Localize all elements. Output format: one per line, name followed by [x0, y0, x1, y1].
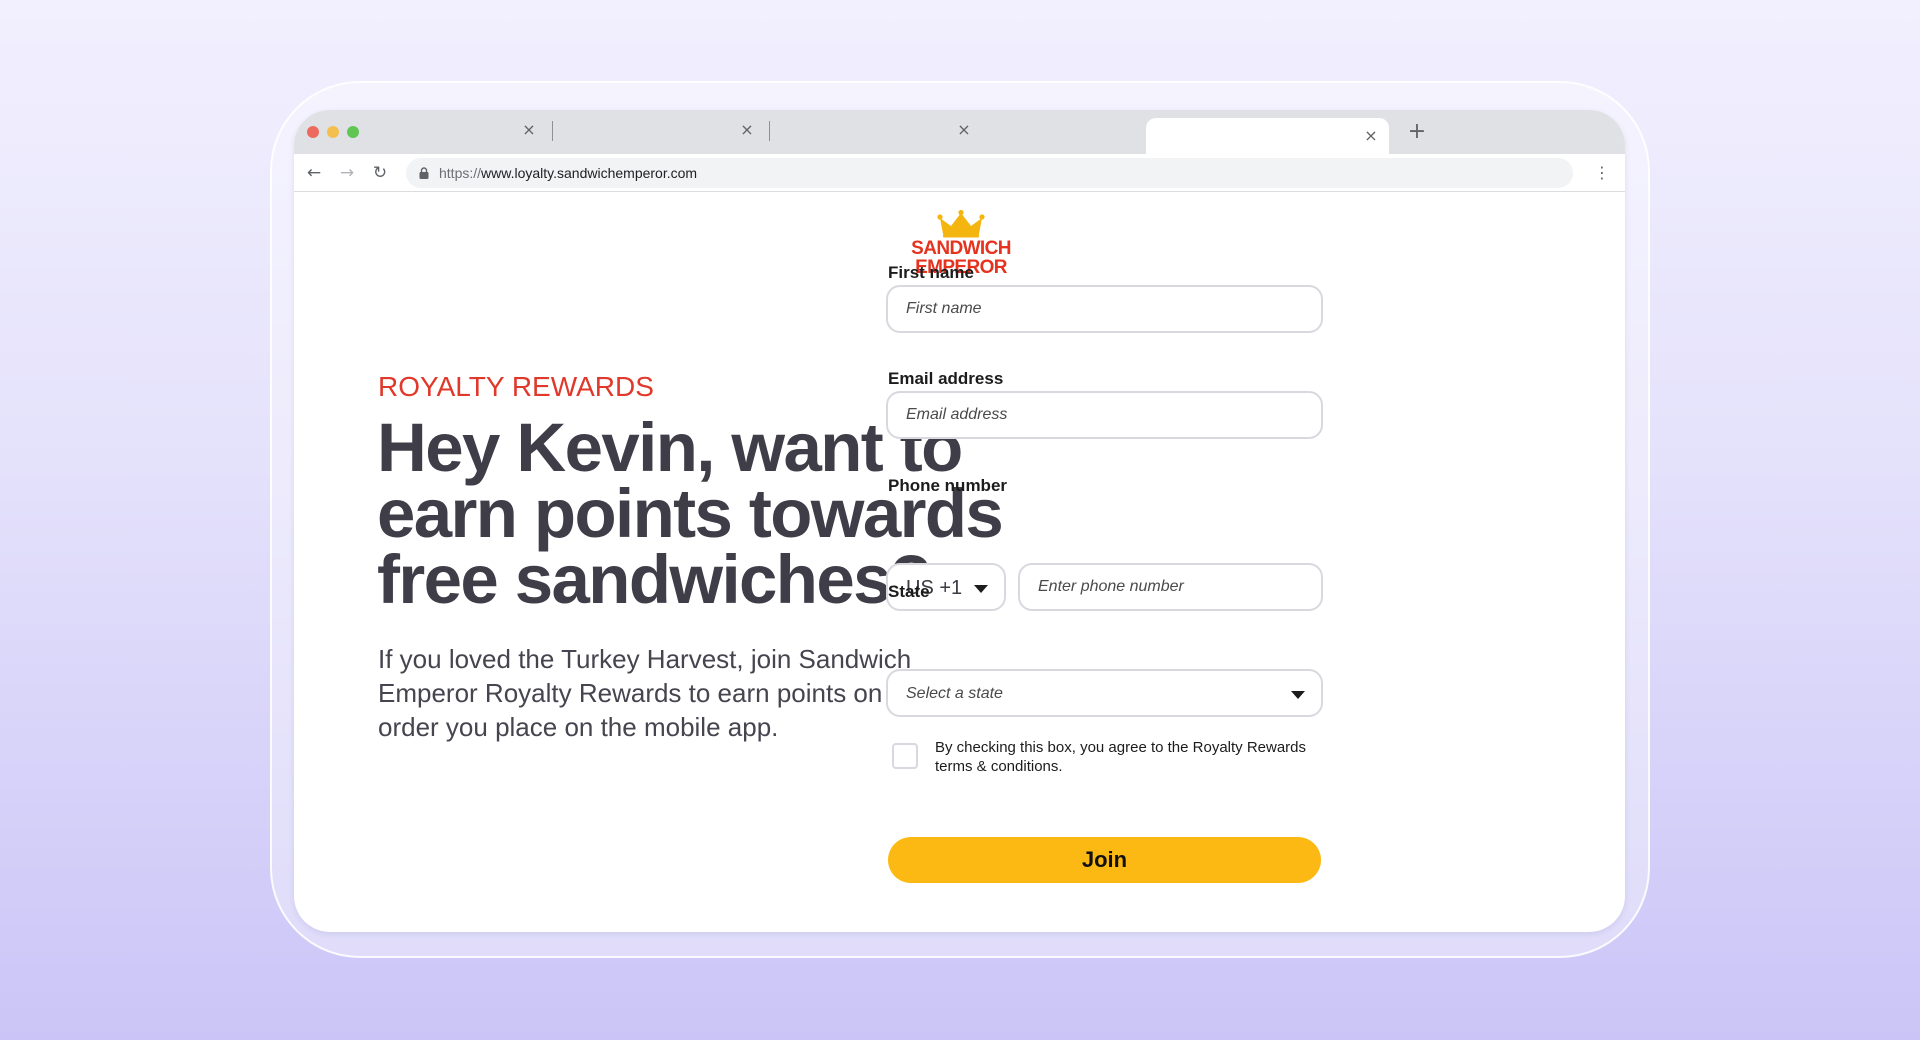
forward-arrow-icon[interactable]: →: [336, 162, 358, 184]
minimize-window-button[interactable]: [327, 126, 339, 138]
maximize-window-button[interactable]: [347, 126, 359, 138]
state-label: State: [888, 582, 930, 601]
email-address-label: Email address: [888, 369, 1004, 388]
first-name-label: First name: [888, 263, 974, 282]
tab-1-close-icon[interactable]: ×: [519, 120, 539, 140]
tab-separator: [552, 121, 553, 141]
chevron-down-icon: [1291, 691, 1305, 699]
intro-paragraph: If you loved the Turkey Harvest, join Sa…: [378, 644, 954, 742]
logo-line-1: SANDWICH: [911, 238, 1011, 259]
reload-icon[interactable]: ↻: [369, 162, 391, 184]
phone-number-input[interactable]: [1018, 563, 1323, 611]
terms-checkbox[interactable]: [892, 743, 918, 769]
program-eyebrow: ROYALTY REWARDS: [378, 371, 654, 402]
chevron-down-icon: [974, 585, 988, 593]
phone-number-label: Phone number: [888, 476, 1008, 495]
url-host: www.loyalty.sandwichemperor.com: [481, 165, 698, 181]
new-tab-plus-icon[interactable]: +: [1405, 120, 1429, 144]
join-button[interactable]: Join: [888, 837, 1321, 883]
tab-separator: [769, 121, 770, 141]
tab-strip: × × × × +: [294, 110, 1625, 154]
lock-icon: [419, 167, 429, 179]
address-bar[interactable]: https://www.loyalty.sandwichemperor.com: [406, 158, 1573, 188]
state-select[interactable]: Select a state: [886, 669, 1323, 717]
tab-2-close-icon[interactable]: ×: [737, 120, 757, 140]
back-arrow-icon[interactable]: ←: [303, 162, 325, 184]
email-address-input[interactable]: [886, 391, 1323, 439]
first-name-input[interactable]: [886, 285, 1323, 333]
url-scheme: https://: [439, 165, 482, 181]
tab-active-close-icon[interactable]: ×: [1361, 126, 1381, 146]
tab-active[interactable]: ×: [1146, 118, 1389, 154]
url-text[interactable]: https://www.loyalty.sandwichemperor.com: [439, 165, 697, 181]
crown-icon: [937, 209, 985, 238]
terms-consent-text: By checking this box, you agree to the R…: [935, 739, 1307, 775]
tab-3-close-icon[interactable]: ×: [954, 120, 974, 140]
close-window-button[interactable]: [307, 126, 319, 138]
browser-window: × × × × + ← → ↻ https://www.loyalty.sand…: [294, 110, 1625, 932]
browser-menu-icon[interactable]: ⋮: [1593, 163, 1611, 183]
browser-toolbar: ← → ↻ https://www.loyalty.sandwichempero…: [294, 154, 1625, 192]
state-select-value: Select a state: [906, 685, 1003, 702]
